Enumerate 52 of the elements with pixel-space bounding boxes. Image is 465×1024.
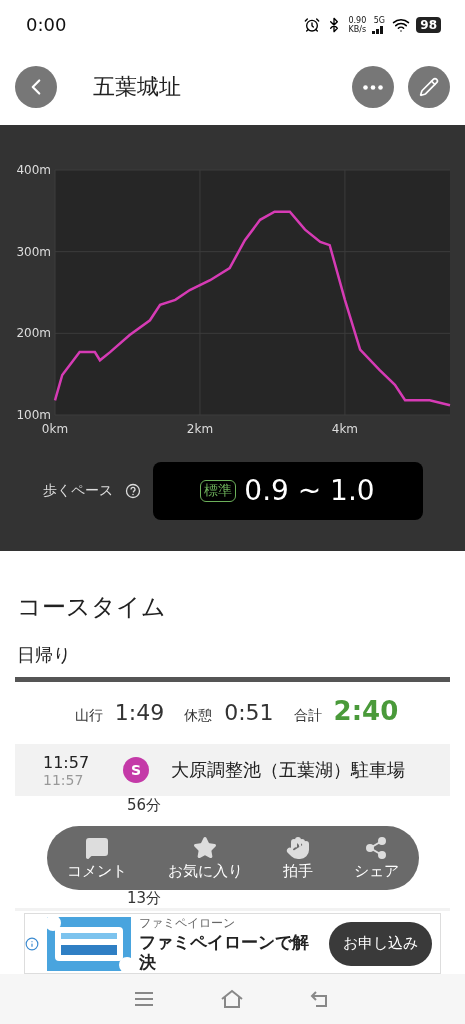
stop-name: 大原調整池（五葉湖）駐車場 [171, 758, 405, 783]
ad-banner[interactable]: ファミペイローン ファミペイローンで解決 お申し込み [24, 913, 441, 975]
summary-value: 1:49 [114, 700, 165, 726]
arrival-time: 11:57 [43, 752, 91, 772]
home-icon[interactable] [220, 989, 245, 1010]
network-type: 5G [373, 15, 385, 25]
share-button[interactable]: シェア [353, 835, 399, 881]
x-tick-label: 4km [331, 421, 359, 436]
pace-badge: 標準 [200, 479, 237, 502]
ad-brand: ファミペイローン [139, 915, 236, 933]
apply-button[interactable]: お申し込み [329, 921, 432, 966]
summary-label: 山行 [74, 707, 103, 726]
more-button[interactable] [352, 66, 394, 109]
x-tick-label: 0km [41, 421, 69, 436]
summary-label: 合計 [293, 707, 322, 726]
y-tick-label: 200m [16, 326, 51, 341]
more-icon [363, 84, 383, 90]
x-tick-label: 2km [186, 421, 214, 436]
menu-icon[interactable] [132, 991, 155, 1008]
edit-button[interactable] [408, 66, 450, 109]
share-icon [364, 835, 389, 860]
pace-label: 歩くペース [42, 481, 113, 500]
net-speed: 0.90 [348, 15, 367, 25]
favorite-icon [193, 835, 218, 860]
stop-row[interactable]: 11:57 11:57 S 大原調整池（五葉湖）駐車場 [15, 744, 450, 797]
pencil-icon [419, 77, 439, 98]
day-trip-tab[interactable]: 日帰り [15, 643, 450, 683]
start-marker: S [123, 757, 149, 784]
departure-time: 11:57 [43, 771, 85, 788]
info-icon[interactable] [25, 936, 39, 951]
page-title: 五葉城址 [93, 73, 181, 102]
favorite-button[interactable]: お気に入り [167, 835, 243, 881]
clock: 0:00 [26, 14, 67, 36]
help-icon[interactable] [124, 482, 141, 499]
back-button[interactable] [15, 66, 57, 109]
pace-value: 0.9 ~ 1.0 [244, 474, 375, 508]
alarm-icon [304, 16, 321, 33]
summary-value: 2:40 [333, 696, 399, 727]
comment-button[interactable]: コメント [67, 835, 128, 881]
y-tick-label: 300m [16, 244, 51, 259]
summary-label: 休憩 [184, 707, 213, 726]
comment-icon [85, 835, 110, 860]
net-unit: KB/s [348, 24, 367, 34]
section-title: コースタイム [17, 592, 167, 624]
summary-value: 0:51 [224, 700, 274, 726]
clap-button[interactable]: 拍手 [283, 835, 314, 881]
y-tick-label: 400m [16, 164, 51, 177]
ad-headline: ファミペイローンで解決 [139, 932, 310, 973]
y-tick-label: 100m [16, 407, 51, 422]
clap-icon [286, 835, 311, 860]
pace-panel[interactable]: 標準 0.9 ~ 1.0 [152, 461, 423, 520]
battery-level: 98 [416, 16, 441, 33]
